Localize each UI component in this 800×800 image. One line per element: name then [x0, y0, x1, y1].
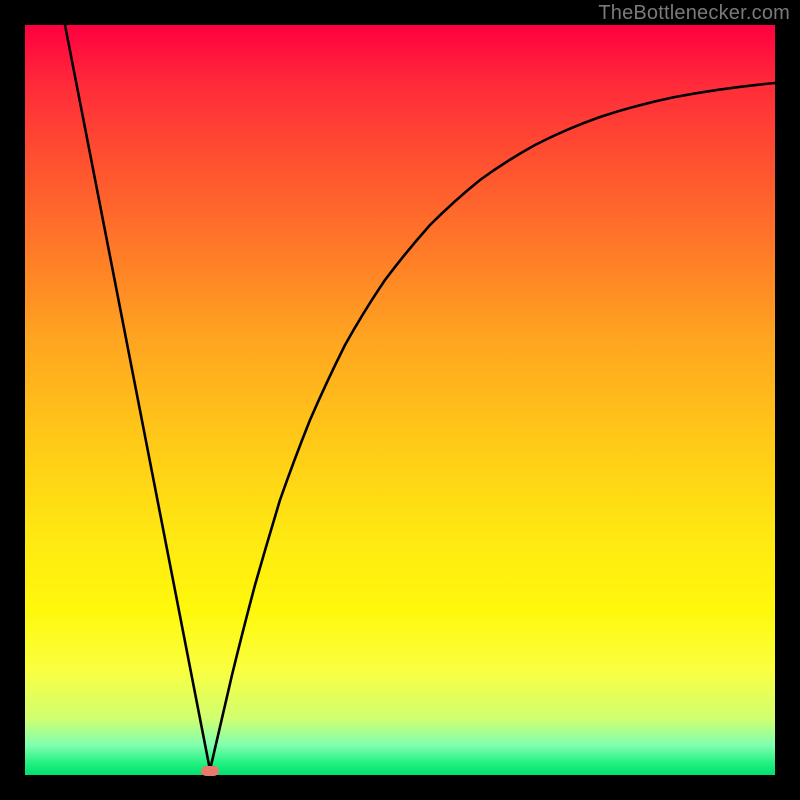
curve-left-segment: [65, 25, 210, 770]
chart-frame: TheBottlenecker.com: [0, 0, 800, 800]
plot-area: [25, 25, 775, 775]
bottleneck-curve: [25, 25, 775, 775]
attribution-label: TheBottlenecker.com: [598, 2, 790, 25]
minimum-marker: [201, 766, 219, 776]
curve-right-segment: [210, 83, 775, 770]
